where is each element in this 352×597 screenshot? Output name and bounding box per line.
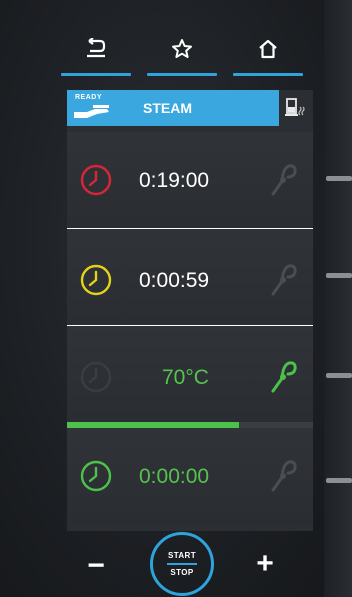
program-steps: 0:19:00 0:00:59 70°C 0:00:00 (67, 126, 313, 531)
row-indicator-tick (326, 478, 352, 483)
mode-label: STEAM (143, 100, 192, 116)
step-row[interactable]: 0:00:59 (67, 229, 313, 325)
back-button[interactable] (61, 36, 131, 76)
core-probe-icon (271, 460, 297, 492)
ready-status: READY (75, 94, 103, 101)
core-probe-icon (271, 264, 297, 296)
home-icon (259, 39, 277, 59)
row-indicator-tick (326, 373, 352, 378)
favorites-underline (147, 73, 217, 76)
row-indicator-tick (326, 273, 352, 278)
start-label: START (167, 551, 197, 560)
clock-icon (80, 460, 112, 492)
home-underline (233, 73, 303, 76)
water-steam-icon (285, 98, 305, 116)
hand-tray-icon (74, 105, 109, 118)
clock-icon (80, 264, 112, 296)
step-time-value: 0:00:00 (139, 465, 210, 488)
home-button[interactable] (233, 36, 303, 76)
clock-icon (80, 361, 112, 393)
star-icon (172, 39, 192, 58)
row-indicator-tick (326, 176, 352, 181)
step-time-value: 0:00:59 (139, 269, 210, 292)
start-stop-divider (167, 563, 197, 565)
increase-button[interactable]: + (245, 546, 285, 582)
start-stop-button[interactable]: START STOP (150, 532, 214, 596)
core-probe-icon (271, 164, 297, 196)
back-underline (61, 73, 131, 76)
step-time-value: 0:19:00 (139, 169, 210, 192)
back-icon (87, 38, 106, 58)
core-probe-icon (271, 361, 297, 393)
step-row[interactable]: 0:19:00 (67, 132, 313, 228)
stop-label: STOP (170, 568, 194, 577)
water-steam-button[interactable] (279, 90, 313, 126)
mode-tab[interactable]: READY STEAM (67, 90, 279, 126)
clock-icon (80, 164, 112, 196)
favorites-button[interactable] (147, 36, 217, 76)
step-row[interactable]: 0:00:00 (67, 428, 313, 524)
decrease-button[interactable]: − (76, 548, 116, 584)
program-header: READY STEAM (67, 90, 313, 126)
step-row[interactable]: 70°C (67, 326, 313, 422)
side-rail (324, 0, 352, 597)
